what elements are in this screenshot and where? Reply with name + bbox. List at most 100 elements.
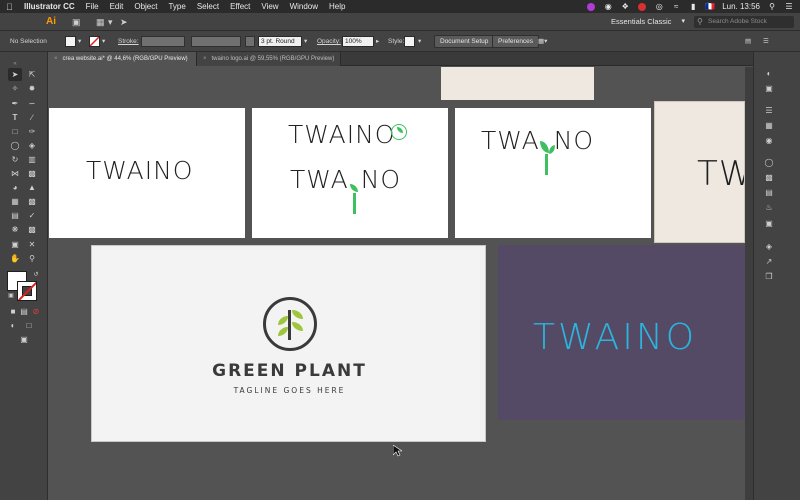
shape-builder-tool-icon[interactable]: ◕ <box>8 181 22 194</box>
pen-tool-icon[interactable]: ✒ <box>8 97 22 110</box>
artboard-twaino-3[interactable]: TWA NO <box>455 108 651 238</box>
eye-icon[interactable]: ◎ <box>654 2 664 11</box>
chevron-down-icon[interactable]: ▾ <box>108 16 113 28</box>
menu-file[interactable]: File <box>86 2 99 11</box>
search-stock-input[interactable]: ⚲ Search Adobe Stock <box>694 16 794 28</box>
artboard-twaino-purple[interactable]: TWAINO <box>498 245 745 420</box>
paintbrush-tool-icon[interactable]: ✑ <box>25 125 39 138</box>
selection-tool-icon[interactable]: ➤ <box>8 68 22 81</box>
curvature-tool-icon[interactable]: ∽ <box>25 97 39 110</box>
lasso-tool-icon[interactable]: ✸ <box>25 82 39 95</box>
symbol-sprayer-tool-icon[interactable]: ❋ <box>8 223 22 236</box>
edit-toolbar-icon[interactable]: ▣ <box>17 333 31 346</box>
tab-twaino-logo[interactable]: × twaino logo.ai @ 59,55% (RGB/GPU Previe… <box>197 52 341 66</box>
layers-icon[interactable]: ◈ <box>762 240 776 253</box>
spotlight-search-icon[interactable]: ⚲ <box>767 2 777 11</box>
chevron-down-icon[interactable]: ▾ <box>304 36 307 47</box>
eyedropper-tool-icon[interactable]: ✓ <box>25 209 39 222</box>
screen-mode-icon[interactable]: □ <box>22 319 36 332</box>
libraries-icon[interactable]: ▣ <box>762 82 776 95</box>
sync-icon[interactable]: ◉ <box>603 2 613 11</box>
artboard-twaino-1[interactable]: TWAINO <box>49 108 245 238</box>
type-tool-icon[interactable]: T <box>8 111 22 124</box>
fill-swatch[interactable] <box>65 36 76 47</box>
swatches-icon[interactable]: ▦ <box>762 119 776 132</box>
stroke-weight-field[interactable] <box>141 36 185 47</box>
menu-icon[interactable]: ☰ <box>763 36 769 47</box>
chevron-down-icon[interactable]: ▾ <box>418 36 421 47</box>
live-paint-tool-icon[interactable]: ▲ <box>25 181 39 194</box>
notification-center-icon[interactable]: ☰ <box>784 2 794 11</box>
workspace-switcher[interactable]: Essentials Classic ▾ <box>607 16 689 28</box>
close-icon[interactable]: × <box>54 56 58 62</box>
document-setup-button[interactable]: Document Setup <box>434 35 495 48</box>
properties-icon[interactable]: ◐ <box>762 67 776 80</box>
shaper-tool-icon[interactable]: ◯ <box>8 139 22 152</box>
menu-view[interactable]: View <box>261 2 278 11</box>
color-panel-icon[interactable]: ☰ <box>762 104 776 117</box>
graphic-style-swatch[interactable] <box>404 36 415 47</box>
mesh-tool-icon[interactable]: ▩ <box>25 195 39 208</box>
brush-definition-field[interactable]: 3 pt. Round <box>258 36 302 47</box>
draw-mode-icon[interactable]: ◐ <box>6 319 20 332</box>
free-transform-tool-icon[interactable]: ▩ <box>25 167 39 180</box>
artboard-twaino-beige[interactable]: TWAINO <box>654 101 745 243</box>
arrange-documents-icon[interactable]: ▦ <box>96 16 105 28</box>
artboard-tool-icon[interactable]: ▣ <box>8 238 22 251</box>
chevron-right-icon[interactable]: ▸ <box>376 36 379 47</box>
wifi-icon[interactable]: ≈ <box>671 2 681 11</box>
menu-type[interactable]: Type <box>168 2 185 11</box>
chevron-down-icon[interactable]: ▾ <box>102 36 105 47</box>
chevron-down-icon[interactable] <box>245 36 255 47</box>
stroke-label[interactable]: Stroke: <box>118 36 139 47</box>
dropbox-icon[interactable]: ❖ <box>620 2 630 11</box>
close-icon[interactable]: × <box>203 56 207 62</box>
bridge-icon[interactable]: ▣ <box>72 16 81 28</box>
menu-object[interactable]: Object <box>134 2 157 11</box>
battery-icon[interactable]: ▮ <box>688 2 698 11</box>
hand-tool-icon[interactable]: ✋ <box>8 252 22 265</box>
default-colors-icon[interactable]: ▣ <box>4 290 18 303</box>
magic-wand-tool-icon[interactable]: ✧ <box>8 82 22 95</box>
artboard-green-plant[interactable]: GREEN PLANT TAGLINE GOES HERE <box>91 245 486 442</box>
artboard-twaino-2[interactable]: TWAINO TWA NO <box>252 108 448 238</box>
menu-app-name[interactable]: Illustrator CC <box>24 2 75 11</box>
export-icon[interactable]: ↗ <box>762 255 776 268</box>
swap-fill-stroke-icon[interactable]: ↺ <box>29 269 43 282</box>
brushes-icon[interactable]: ◉ <box>762 134 776 147</box>
variable-width-profile[interactable] <box>191 36 241 47</box>
canvas-area[interactable]: TWAINO TWAINO TWA NO TWA NO TWAINO <box>48 67 745 500</box>
menu-select[interactable]: Select <box>197 2 219 11</box>
menu-edit[interactable]: Edit <box>110 2 124 11</box>
stroke-swatch[interactable] <box>89 36 100 47</box>
graphic-styles-icon[interactable]: ▩ <box>762 171 776 184</box>
stroke-panel-icon[interactable]: ▤ <box>762 186 776 199</box>
direct-selection-tool-icon[interactable]: ⇱ <box>25 68 39 81</box>
perspective-grid-tool-icon[interactable]: ▦ <box>8 195 22 208</box>
preferences-button[interactable]: Preferences <box>492 35 540 48</box>
gradient-tool-icon[interactable]: ▤ <box>8 209 22 222</box>
arrange-icon[interactable]: ▦▾ <box>538 36 547 47</box>
stroke-color-swatch[interactable] <box>17 281 37 301</box>
opacity-label[interactable]: Opacity: <box>317 36 341 47</box>
appearance-icon[interactable]: ♨ <box>762 201 776 214</box>
transparency-icon[interactable]: ▣ <box>762 217 776 230</box>
zoom-tool-icon[interactable]: ⚲ <box>25 252 39 265</box>
artboard-beige-top[interactable] <box>441 67 594 100</box>
opacity-input[interactable]: 100% <box>342 36 374 47</box>
width-tool-icon[interactable]: ⋈ <box>8 167 22 180</box>
line-tool-icon[interactable]: ∕ <box>25 111 39 124</box>
apple-icon[interactable]:  <box>6 2 16 12</box>
graph-tool-icon[interactable]: ▩ <box>25 223 39 236</box>
rotate-tool-icon[interactable]: ↻ <box>8 153 22 166</box>
tab-crea-website[interactable]: × crea website.ai* @ 44,6% (RGB/GPU Previ… <box>48 52 197 66</box>
menu-effect[interactable]: Effect <box>230 2 250 11</box>
none-mode-icon[interactable]: ⊘ <box>29 305 43 318</box>
clock[interactable]: Lun. 13:56 <box>722 2 760 11</box>
vertical-scrollbar[interactable] <box>745 67 753 500</box>
record-icon[interactable] <box>637 2 647 11</box>
slice-tool-icon[interactable]: ✕ <box>25 238 39 251</box>
menu-help[interactable]: Help <box>329 2 345 11</box>
symbols-icon[interactable]: ◯ <box>762 156 776 169</box>
artboards-panel-icon[interactable]: ❐ <box>762 270 776 283</box>
